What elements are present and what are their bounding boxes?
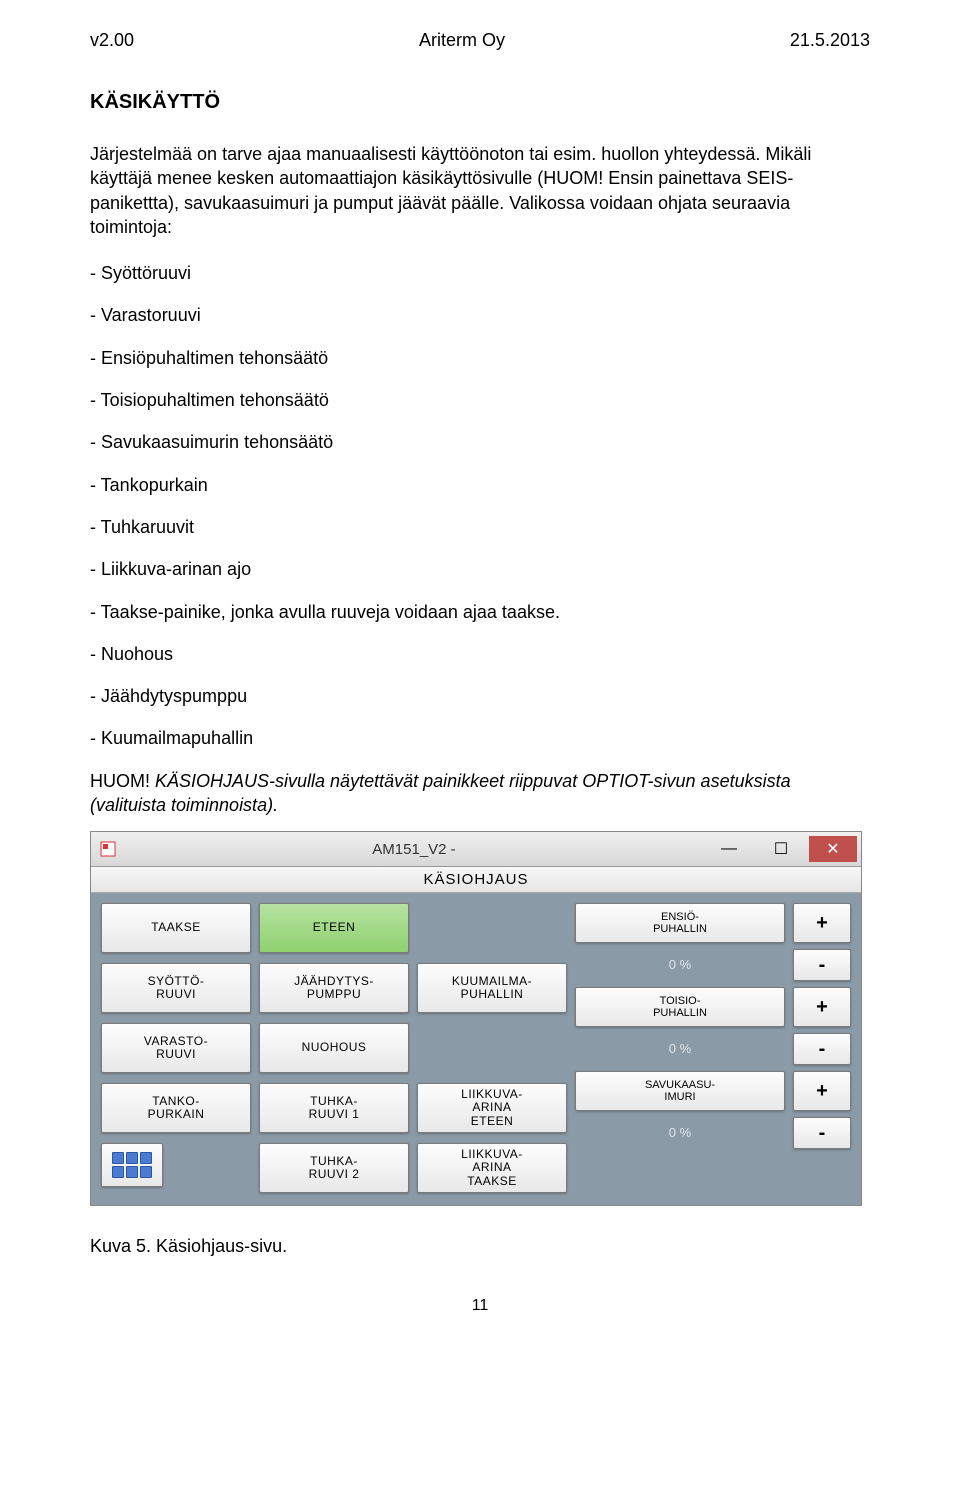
list-item: - Jäähdytyspumppu	[90, 684, 870, 708]
window-title: AM151_V2 -	[125, 841, 703, 858]
toisiopuhallin-stepper: TOISIO- PUHALLIN +	[575, 987, 851, 1027]
list-item: - Taakse-painike, jonka avulla ruuveja v…	[90, 600, 870, 624]
liikkuvaarina-eteen-button[interactable]: LIIKKUVA- ARINA ETEEN	[417, 1083, 567, 1133]
embedded-screenshot: AM151_V2 - — ☐ ✕ KÄSIOHJAUS TAAKSE SYÖTT…	[90, 831, 862, 1206]
list-item: - Savukaasuimurin tehonsäätö	[90, 430, 870, 454]
toisiopuhallin-label: TOISIO- PUHALLIN	[575, 987, 785, 1027]
page-number: 11	[90, 1297, 870, 1315]
header-left: v2.00	[90, 30, 134, 51]
menu-button[interactable]	[101, 1143, 163, 1187]
tankopurkain-button[interactable]: TANKO- PURKAIN	[101, 1083, 251, 1133]
intro-paragraph: Järjestelmää on tarve ajaa manuaalisesti…	[90, 142, 870, 239]
close-button[interactable]: ✕	[809, 836, 857, 862]
section-title: KÄSIKÄYTTÖ	[90, 91, 870, 114]
app-icon	[99, 840, 117, 858]
control-panel: TAAKSE SYÖTTÖ- RUUVI VARASTO- RUUVI TANK…	[91, 893, 861, 1205]
kuumailmapuhallin-button[interactable]: KUUMAILMA- PUHALLIN	[417, 963, 567, 1013]
note: HUOM! KÄSIOHJAUS-sivulla näytettävät pai…	[90, 769, 870, 818]
toisiopuhallin-value: 0 %	[575, 1033, 785, 1063]
ensiopuhallin-plus-button[interactable]: +	[793, 903, 851, 943]
list-item: - Syöttöruuvi	[90, 261, 870, 285]
varastoruuvi-button[interactable]: VARASTO- RUUVI	[101, 1023, 251, 1073]
nuohous-button[interactable]: NUOHOUS	[259, 1023, 409, 1073]
note-lead: HUOM!	[90, 771, 155, 791]
toisiopuhallin-minus-button[interactable]: -	[793, 1033, 851, 1065]
syottoruuvi-button[interactable]: SYÖTTÖ- RUUVI	[101, 963, 251, 1013]
page-header: v2.00 Ariterm Oy 21.5.2013	[90, 30, 870, 51]
note-rest: KÄSIOHJAUS-sivulla näytettävät painikkee…	[90, 771, 791, 815]
tuhkaruuvi1-button[interactable]: TUHKA- RUUVI 1	[259, 1083, 409, 1133]
ensiopuhallin-stepper: ENSIÖ- PUHALLIN +	[575, 903, 851, 943]
eteen-button[interactable]: ETEEN	[259, 903, 409, 953]
ensiopuhallin-value: 0 %	[575, 949, 785, 979]
list-item: - Liikkuva-arinan ajo	[90, 557, 870, 581]
maximize-button[interactable]: ☐	[757, 836, 805, 862]
header-right: 21.5.2013	[790, 30, 870, 51]
savukaasuimuri-label: SAVUKAASU- IMURI	[575, 1071, 785, 1111]
savukaasuimuri-stepper: SAVUKAASU- IMURI +	[575, 1071, 851, 1111]
window-titlebar: AM151_V2 - — ☐ ✕	[91, 832, 861, 867]
list-item: - Tuhkaruuvit	[90, 515, 870, 539]
list-item: - Kuumailmapuhallin	[90, 726, 870, 750]
savukaasuimuri-plus-button[interactable]: +	[793, 1071, 851, 1111]
spacer	[417, 903, 567, 953]
list-item: - Nuohous	[90, 642, 870, 666]
header-center: Ariterm Oy	[419, 30, 505, 51]
taakse-button[interactable]: TAAKSE	[101, 903, 251, 953]
savukaasuimuri-value: 0 %	[575, 1117, 785, 1147]
jaahdytyspumppu-button[interactable]: JÄÄHDYTYS- PUMPPU	[259, 963, 409, 1013]
menu-grid-icon	[112, 1152, 152, 1178]
ensiopuhallin-label: ENSIÖ- PUHALLIN	[575, 903, 785, 943]
list-item: - Tankopurkain	[90, 473, 870, 497]
toisiopuhallin-plus-button[interactable]: +	[793, 987, 851, 1027]
panel-title: KÄSIOHJAUS	[91, 867, 861, 893]
figure-caption: Kuva 5. Käsiohjaus-sivu.	[90, 1236, 870, 1257]
savukaasuimuri-minus-button[interactable]: -	[793, 1117, 851, 1149]
spacer	[417, 1023, 567, 1073]
list-item: - Varastoruuvi	[90, 303, 870, 327]
list-item: - Toisiopuhaltimen tehonsäätö	[90, 388, 870, 412]
minimize-button[interactable]: —	[705, 836, 753, 862]
ensiopuhallin-minus-button[interactable]: -	[793, 949, 851, 981]
tuhkaruuvi2-button[interactable]: TUHKA- RUUVI 2	[259, 1143, 409, 1193]
liikkuvaarina-taakse-button[interactable]: LIIKKUVA- ARINA TAAKSE	[417, 1143, 567, 1193]
list-item: - Ensiöpuhaltimen tehonsäätö	[90, 346, 870, 370]
